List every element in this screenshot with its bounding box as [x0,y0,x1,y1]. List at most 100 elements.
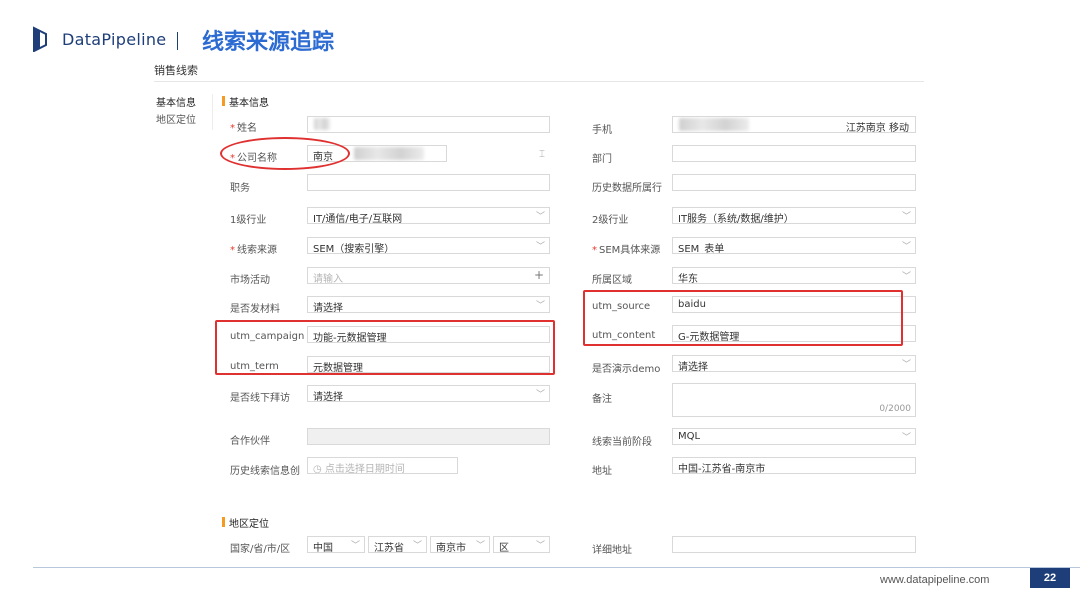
industry1-select[interactable]: IT/通信/电子/互联网 ﹀ [307,207,550,224]
chevron-down-icon: ﹀ [901,360,911,370]
remark-char-count: 0/2000 [879,404,911,414]
industry2-label: 2级行业 [592,215,629,226]
industry1-value: IT/通信/电子/互联网 [313,214,403,224]
chevron-down-icon: ﹀ [535,541,545,551]
chevron-down-icon: ﹀ [535,390,545,400]
phone-label: 手机 [592,125,612,136]
country-select[interactable]: 中国 ﹀ [307,536,365,553]
brand-name: DataPipeline [62,30,167,49]
dept-label: 部门 [592,154,612,165]
demo-select[interactable]: 请选择 ﹀ [672,355,916,372]
section-region: 地区定位 [222,515,269,530]
detail-address-field[interactable] [672,536,916,553]
address-label: 地址 [592,466,612,477]
redacted-value [314,118,330,130]
send-material-value: 请选择 [313,303,343,313]
partner-label: 合作伙伴 [230,436,270,447]
district-value: 区 [499,543,509,553]
demo-label: 是否演示demo [592,364,661,375]
demo-value: 请选择 [678,362,708,372]
city-value: 南京市 [436,543,466,553]
send-material-select[interactable]: 请选择 ﹀ [307,296,550,313]
hist-created-placeholder: 点击选择日期时间 [324,464,405,474]
area-select[interactable]: 华东 ﹀ [672,267,916,284]
campaign-label: 市场活动 [230,275,270,286]
chevron-down-icon: ﹀ [901,272,911,282]
title-divider [154,81,924,82]
phone-carrier: 江苏南京 移动 [845,123,909,133]
chevron-down-icon: ﹀ [901,242,911,252]
country-value: 中国 [313,543,333,553]
slide-title: 线索来源追踪 [202,30,335,55]
district-select[interactable]: 区 ﹀ [493,536,550,553]
chevron-down-icon: ﹀ [535,301,545,311]
chevron-down-icon: ﹀ [535,242,545,252]
province-select[interactable]: 江苏省 ﹀ [368,536,427,553]
tab-divider [212,94,213,130]
page-number: 22 [1030,568,1070,588]
required-mark: * [230,123,235,134]
remark-textarea[interactable]: 0/2000 [672,383,916,417]
stage-label: 线索当前阶段 [592,437,652,448]
header-divider [177,32,178,50]
chevron-down-icon: ﹀ [901,433,911,443]
redacted-value [354,147,424,160]
address-value: 中国-江苏省-南京市 [678,464,766,474]
lead-source-label: * 线索来源 [230,245,277,256]
redacted-value [679,118,749,131]
section-basic-info: 基本信息 [222,94,269,109]
region-label: 国家/省/市/区 [230,544,291,555]
dept-field[interactable] [672,145,916,162]
city-select[interactable]: 南京市 ﹀ [430,536,490,553]
offline-visit-select[interactable]: 请选择 ﹀ [307,385,550,402]
remark-label: 备注 [592,394,612,405]
area-label: 所属区域 [592,275,632,286]
sem-source-value: SEM_表单 [678,244,725,254]
province-value: 江苏省 [374,543,404,553]
phone-field[interactable]: 江苏南京 移动 [672,116,916,133]
page-title: 销售线索 [154,64,198,77]
chevron-down-icon: ﹀ [350,541,360,551]
hist-industry-label: 历史数据所属行 [592,183,662,194]
highlight-utm-left [215,320,555,375]
campaign-placeholder: 请输入 [313,274,343,284]
datapipeline-logo-icon [33,26,47,52]
offline-visit-value: 请选择 [313,392,343,402]
text-cursor-icon: ⌶ [539,149,545,160]
send-material-label: 是否发材料 [230,304,280,315]
detail-address-label: 详细地址 [592,545,632,556]
name-label: * 姓名 [230,123,257,134]
partner-field [307,428,550,445]
hist-industry-field[interactable] [672,174,916,191]
industry2-value: IT服务（系统/数据/维护） [678,214,794,224]
sem-source-label: * SEM具体来源 [592,245,661,256]
title-field[interactable] [307,174,550,191]
campaign-field[interactable]: 请输入 + [307,267,550,284]
address-field[interactable]: 中国-江苏省-南京市 [672,457,916,474]
lead-source-select[interactable]: SEM（搜索引擎） ﹀ [307,237,550,254]
hist-created-datepicker[interactable]: ◷ 点击选择日期时间 [307,457,458,474]
footer-url: www.datapipeline.com [880,574,990,586]
name-field[interactable] [307,116,550,133]
chevron-down-icon: ﹀ [901,212,911,222]
chevron-down-icon: ﹀ [412,541,422,551]
clock-icon: ◷ [313,464,325,474]
required-mark: * [592,245,597,256]
sem-source-select[interactable]: SEM_表单 ﹀ [672,237,916,254]
stage-select[interactable]: MQL ﹀ [672,428,916,445]
chevron-down-icon: ﹀ [475,541,485,551]
required-mark: * [230,245,235,256]
industry1-label: 1级行业 [230,215,267,226]
title-label: 职务 [230,183,250,194]
highlight-company-ellipse [220,137,350,170]
offline-visit-label: 是否线下拜访 [230,393,290,404]
footer-divider [33,567,1080,568]
hist-created-label: 历史线索信息创 [230,466,300,477]
add-icon[interactable]: + [534,268,544,282]
chevron-down-icon: ﹀ [535,212,545,222]
industry2-select[interactable]: IT服务（系统/数据/维护） ﹀ [672,207,916,224]
stage-value: MQL [678,431,701,442]
tab-basic-info[interactable]: 基本信息 [156,94,196,109]
tab-region[interactable]: 地区定位 [156,111,196,126]
area-value: 华东 [678,274,698,284]
